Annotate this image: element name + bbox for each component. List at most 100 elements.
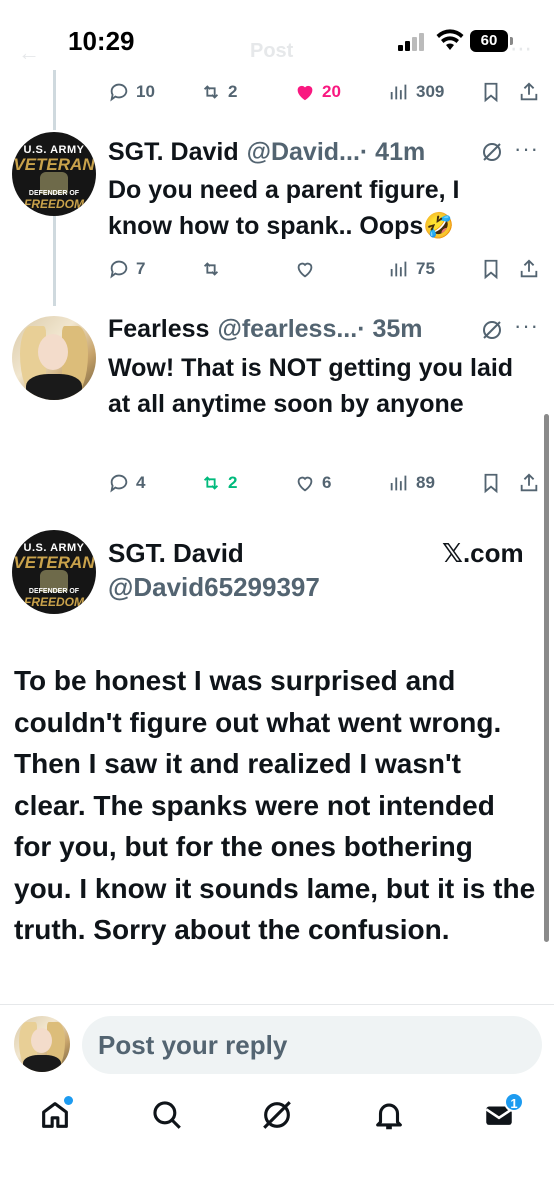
reply-input[interactable] — [82, 1016, 542, 1074]
bookmark-button[interactable] — [480, 254, 502, 284]
battery-indicator: 60 — [470, 30, 508, 52]
messages-badge: 1 — [504, 1092, 524, 1112]
reply-icon — [110, 83, 128, 102]
tweet-text: To be honest I was surprised and couldn'… — [14, 665, 536, 945]
tweet-text: Do you need a parent figure, I know how … — [108, 176, 460, 240]
timestamp[interactable]: · 41m — [360, 138, 425, 167]
more-icon[interactable]: ··· — [514, 136, 539, 162]
like-count: 20 — [322, 82, 341, 101]
avatar-text: FREEDOM — [24, 197, 84, 211]
display-name[interactable]: SGT. David — [108, 538, 244, 569]
status-bar: ← Post ⋯ 10:29 60 — [0, 0, 554, 70]
signal-icon — [398, 31, 426, 51]
heart-icon — [297, 262, 313, 278]
avatar-body — [26, 374, 82, 400]
reply-button[interactable]: 10 — [108, 77, 155, 107]
tweet-actions: 7 75 — [0, 254, 554, 284]
share-button[interactable] — [518, 77, 540, 107]
tab-messages[interactable]: 1 — [482, 1092, 524, 1138]
bookmark-button[interactable] — [480, 468, 502, 498]
tweet-header: SGT. David @David... · 41m — [108, 135, 425, 169]
share-button[interactable] — [518, 468, 540, 498]
views-count: 75 — [416, 259, 435, 278]
views-button[interactable]: 89 — [388, 468, 435, 498]
views-button[interactable]: 309 — [388, 77, 444, 107]
status-time: 10:29 — [68, 26, 135, 56]
views-icon — [390, 84, 407, 100]
reply-count: 7 — [136, 259, 146, 278]
scrollbar[interactable] — [544, 414, 549, 942]
search-icon — [153, 1101, 181, 1129]
repost-count: 2 — [228, 473, 238, 492]
avatar[interactable] — [12, 316, 96, 400]
more-icon[interactable]: ⋯ — [510, 36, 532, 62]
like-button[interactable] — [294, 254, 316, 284]
header-title: Post — [250, 40, 294, 62]
divider — [0, 1004, 554, 1005]
more-icon[interactable]: ··· — [514, 313, 539, 339]
tweet-actions: 4 2 6 89 — [0, 468, 554, 498]
tab-notifications[interactable] — [372, 1098, 412, 1138]
avatar-text: DEFENDER OF — [28, 588, 80, 595]
like-button[interactable]: 20 — [294, 77, 341, 107]
back-arrow-icon[interactable]: ← — [18, 40, 40, 66]
views-button[interactable]: 75 — [388, 254, 435, 284]
like-button[interactable]: 6 — [294, 468, 331, 498]
avatar-face — [31, 1028, 52, 1053]
bookmark-button[interactable] — [480, 77, 502, 107]
reply-icon — [110, 260, 128, 279]
repost-count: 2 — [228, 82, 238, 101]
views-icon — [390, 261, 407, 277]
avatar[interactable]: U.S. ARMY VETERAN DEFENDER OF FREEDOM — [12, 530, 96, 614]
wifi-icon — [436, 29, 464, 50]
timestamp[interactable]: · 35m — [357, 315, 422, 344]
user-handle[interactable]: @David... — [247, 138, 360, 167]
reply-count: 4 — [136, 473, 146, 492]
grok-icon[interactable] — [480, 318, 504, 342]
avatar-face — [38, 334, 68, 370]
battery-tip — [510, 37, 513, 45]
user-handle[interactable]: @fearless... — [217, 315, 357, 344]
tab-grok[interactable] — [260, 1098, 300, 1138]
heart-icon — [297, 476, 313, 492]
share-icon — [520, 82, 538, 101]
tab-search[interactable] — [150, 1098, 190, 1138]
bell-icon — [376, 1103, 402, 1130]
source-label: 𝕏.com — [442, 538, 524, 568]
repost-icon — [203, 85, 219, 99]
reply-button[interactable]: 4 — [108, 468, 145, 498]
bottom-tab-bar: 1 — [0, 1090, 554, 1150]
share-icon — [520, 473, 538, 492]
reply-count: 10 — [136, 82, 155, 101]
repost-active-icon — [203, 476, 219, 490]
display-name[interactable]: Fearless — [108, 315, 209, 344]
views-count: 309 — [416, 82, 445, 101]
reply-button[interactable]: 7 — [108, 254, 145, 284]
reply-icon — [110, 474, 128, 493]
views-icon — [390, 475, 407, 491]
like-count: 6 — [322, 473, 332, 492]
notification-dot — [64, 1096, 73, 1105]
avatar-text: DEFENDER OF — [28, 190, 80, 197]
tweet-actions: 10 2 20 309 — [0, 77, 554, 107]
share-icon — [520, 259, 538, 278]
repost-button[interactable]: 2 — [200, 77, 237, 107]
grok-icon — [263, 1101, 291, 1129]
repost-button[interactable] — [200, 254, 222, 284]
share-button[interactable] — [518, 254, 540, 284]
heart-filled-icon — [297, 85, 313, 101]
tweet-header: Fearless @fearless... · 35m — [108, 312, 423, 346]
avatar-body — [23, 1055, 61, 1072]
bookmark-icon — [484, 473, 498, 494]
user-handle[interactable]: @David65299397 — [108, 572, 320, 603]
bookmark-icon — [484, 259, 498, 280]
tab-home[interactable] — [38, 1096, 78, 1138]
repost-button[interactable]: 2 — [200, 468, 237, 498]
avatar-text: FREEDOM — [24, 595, 84, 609]
display-name[interactable]: SGT. David — [108, 138, 239, 167]
tweet-text: Wow! That is NOT getting you laid at all… — [108, 354, 514, 418]
home-indicator-area — [0, 1180, 554, 1200]
grok-icon[interactable] — [480, 140, 504, 164]
reply-avatar — [14, 1016, 70, 1072]
avatar[interactable]: U.S. ARMY VETERAN DEFENDER OF FREEDOM — [12, 132, 96, 216]
